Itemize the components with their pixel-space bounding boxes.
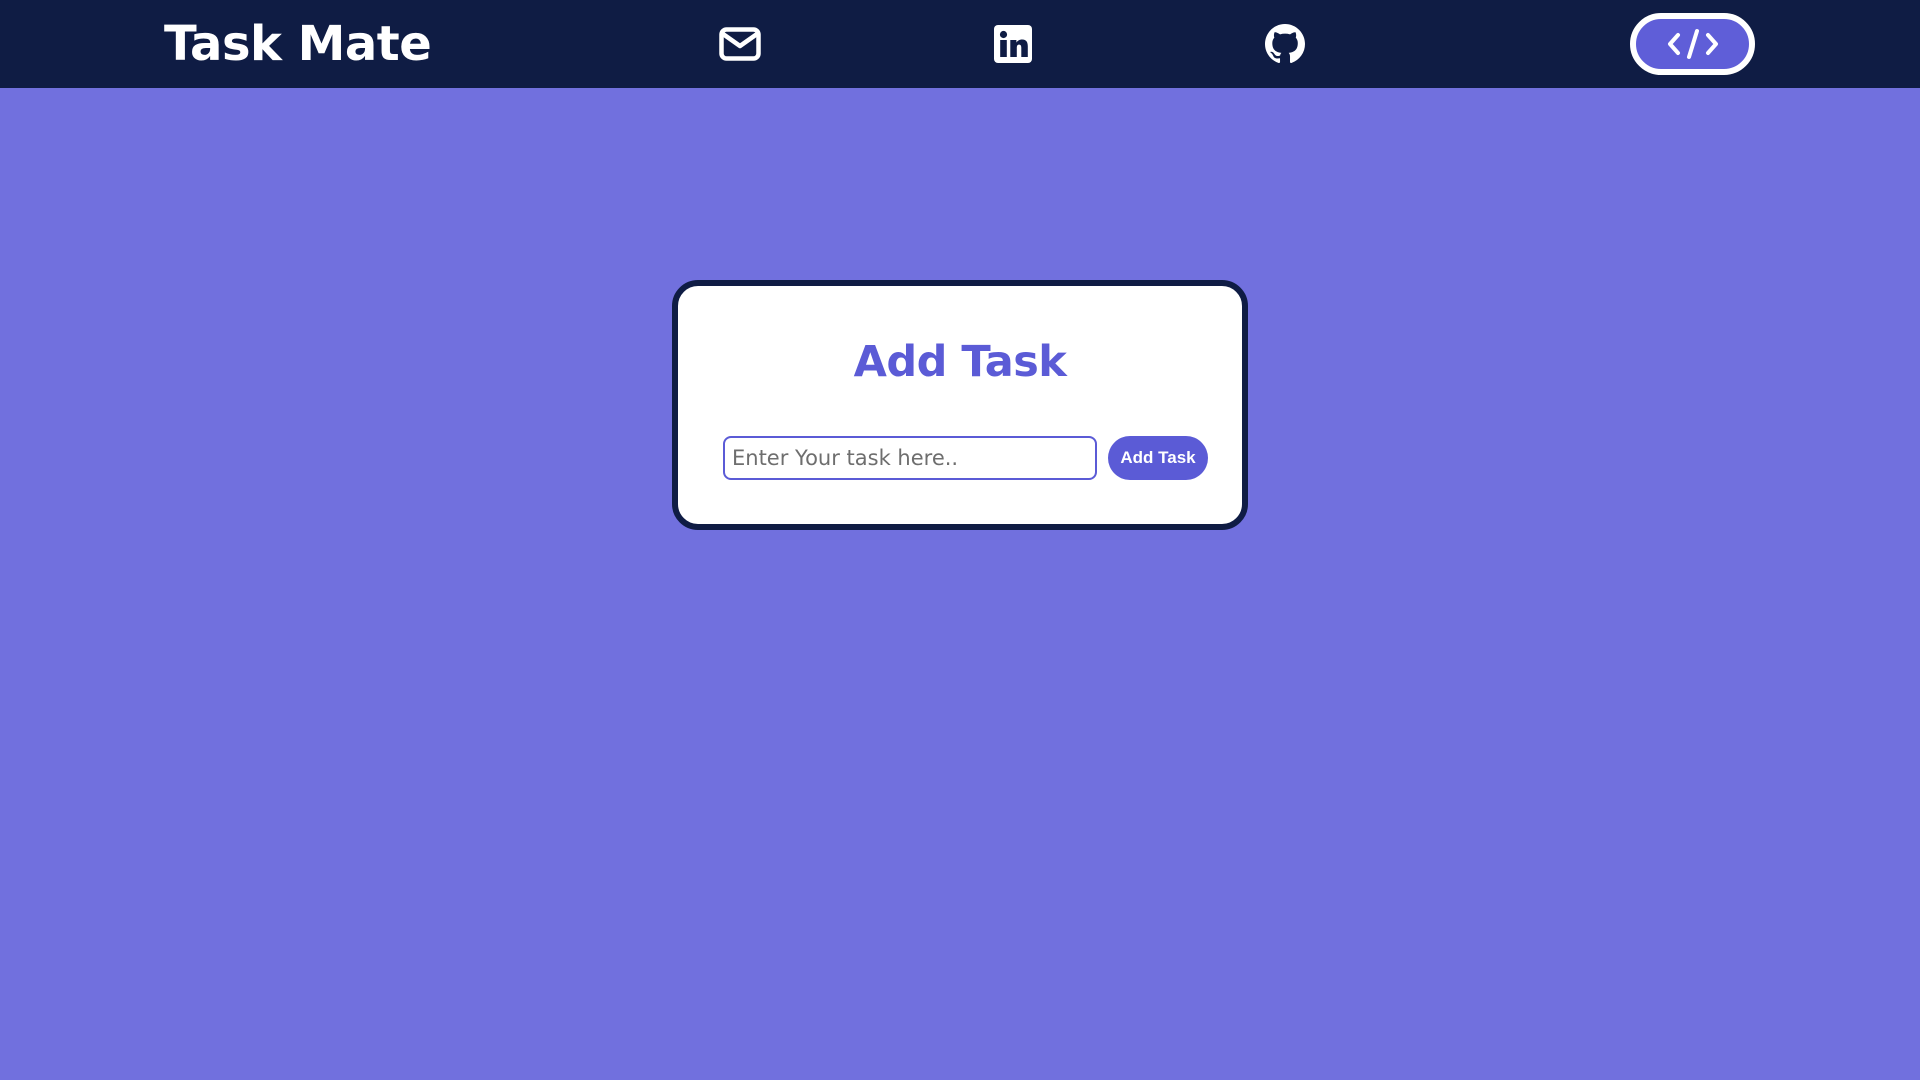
mail-icon[interactable] — [718, 22, 762, 66]
app-title: Task Mate — [164, 16, 432, 72]
add-task-button[interactable]: Add Task — [1108, 436, 1208, 480]
code-icon — [1667, 29, 1718, 59]
navbar: Task Mate — [0, 0, 1920, 88]
code-button[interactable] — [1630, 13, 1755, 75]
card-title: Add Task — [853, 337, 1067, 387]
add-task-card: Add Task Add Task — [672, 280, 1248, 530]
linkedin-icon[interactable] — [991, 22, 1035, 66]
github-icon[interactable] — [1263, 22, 1307, 66]
task-input[interactable] — [723, 436, 1097, 480]
